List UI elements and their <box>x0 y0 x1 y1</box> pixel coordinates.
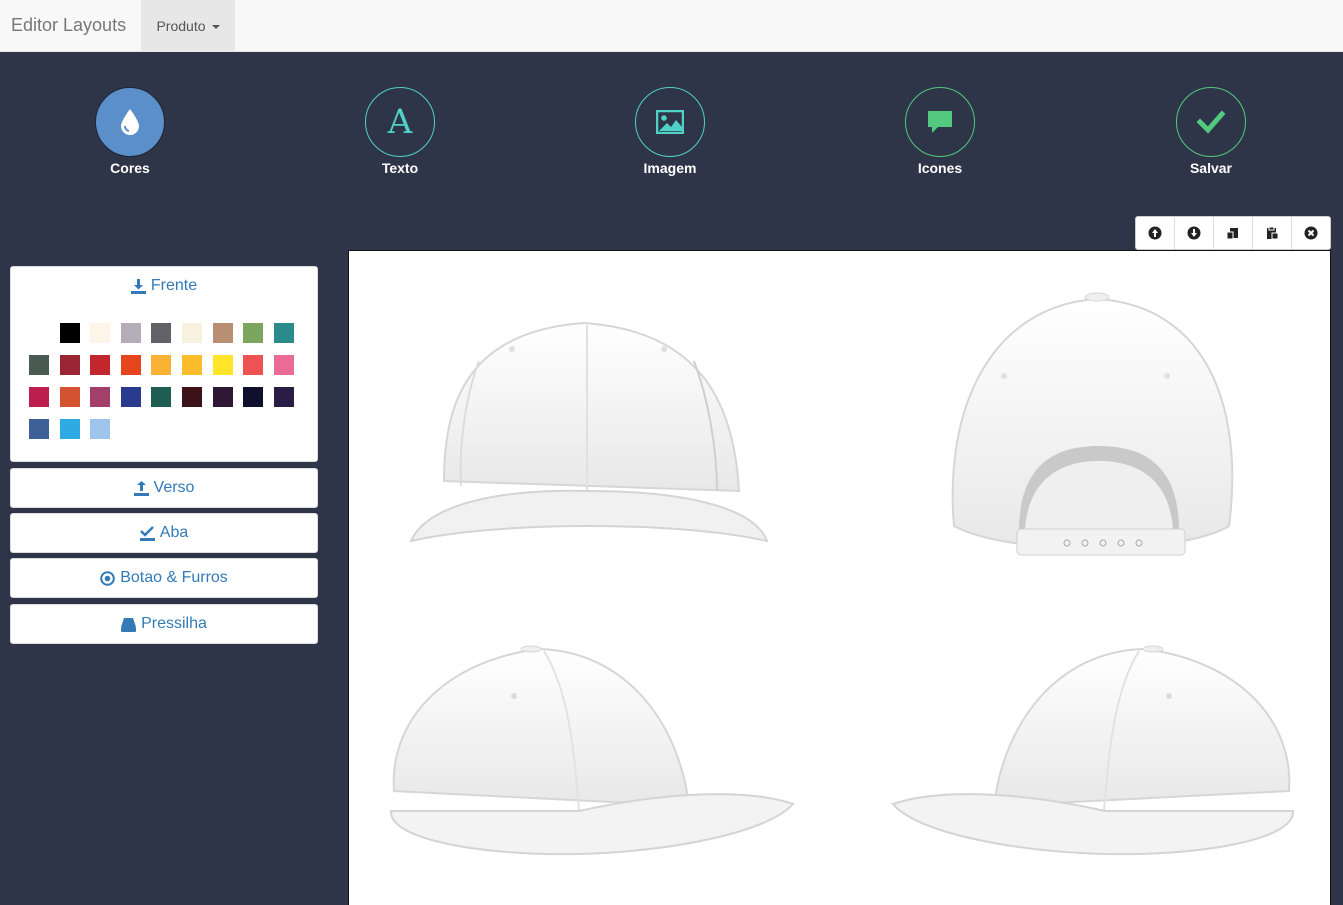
hdd-icon <box>121 617 137 632</box>
color-swatch[interactable] <box>243 355 264 375</box>
color-swatch[interactable] <box>59 419 80 439</box>
color-swatch[interactable] <box>90 387 111 407</box>
section-frente-button[interactable]: Frente <box>11 267 317 305</box>
section-verso-button[interactable]: Verso <box>11 469 317 507</box>
brand-title[interactable]: Editor Layouts <box>11 15 126 36</box>
tool-label: Cores <box>110 160 150 176</box>
color-swatch[interactable] <box>59 355 80 375</box>
color-swatch[interactable] <box>120 387 141 407</box>
tool-salvar[interactable]: Salvar <box>1141 87 1281 176</box>
color-swatch[interactable] <box>59 387 80 407</box>
color-swatch[interactable] <box>59 323 80 343</box>
color-swatch[interactable] <box>212 387 233 407</box>
color-swatch[interactable] <box>90 419 111 439</box>
droplet-icon <box>95 87 165 157</box>
color-swatch[interactable] <box>151 323 172 343</box>
tool-icones[interactable]: Icones <box>870 87 1010 176</box>
move-down-button[interactable] <box>1175 217 1214 249</box>
comment-icon <box>905 87 975 157</box>
panel-aba: Aba <box>10 513 318 553</box>
color-swatch[interactable] <box>29 387 49 407</box>
cap-views <box>389 292 1295 856</box>
panel-frente: Frente <box>10 266 318 462</box>
panel-verso: Verso <box>10 468 318 508</box>
check-icon <box>1176 87 1246 157</box>
section-label: Verso <box>153 479 195 496</box>
color-swatch[interactable] <box>212 323 233 343</box>
remove-button[interactable] <box>1292 217 1330 249</box>
cap-back-view <box>951 292 1234 556</box>
record-icon <box>100 570 115 586</box>
cap-right-view <box>891 645 1295 856</box>
tool-cores[interactable]: Cores <box>60 87 200 176</box>
copy-button[interactable] <box>1214 217 1253 249</box>
letter-a-icon: A <box>365 87 435 157</box>
color-swatch[interactable] <box>120 355 141 375</box>
color-swatch[interactable] <box>182 387 202 407</box>
upload-icon <box>133 480 149 496</box>
color-swatch[interactable] <box>29 323 49 343</box>
download-icon <box>130 278 146 294</box>
caret-down-icon <box>211 24 220 29</box>
section-pressilha-button[interactable]: Pressilha <box>11 605 317 643</box>
color-swatch[interactable] <box>182 355 202 375</box>
tool-imagem[interactable]: Imagem <box>600 87 740 176</box>
produto-dropdown-label: Produto <box>156 17 206 34</box>
section-label: Pressilha <box>141 615 207 632</box>
tool-label: Texto <box>381 160 419 176</box>
check-underline-icon <box>139 525 155 541</box>
produto-dropdown[interactable]: Produto <box>141 0 235 51</box>
color-swatch[interactable] <box>151 387 172 407</box>
color-swatch[interactable] <box>151 355 172 375</box>
cap-left-view <box>389 645 795 856</box>
panel-pressilha: Pressilha <box>10 604 318 644</box>
color-swatch[interactable] <box>90 355 111 375</box>
section-label: Aba <box>159 524 189 541</box>
section-botao-button[interactable]: Botao & Furros <box>11 559 317 597</box>
color-swatch[interactable] <box>243 323 264 343</box>
paste-button[interactable] <box>1253 217 1292 249</box>
move-up-button[interactable] <box>1136 217 1175 249</box>
arrow-down-circle-icon <box>1187 226 1201 240</box>
cap-front-view <box>409 321 769 543</box>
copy-icon <box>1226 228 1238 240</box>
paste-icon <box>1267 226 1279 240</box>
arrow-up-circle-icon <box>1148 226 1162 240</box>
color-swatch[interactable] <box>273 387 294 407</box>
color-swatch[interactable] <box>212 355 233 375</box>
color-swatch[interactable] <box>182 323 202 343</box>
section-label: Frente <box>150 277 198 294</box>
remove-circle-icon <box>1304 226 1318 240</box>
color-swatch[interactable] <box>273 355 294 375</box>
navbar: Editor Layouts Produto <box>0 0 1343 52</box>
tool-label: Salvar <box>1189 160 1233 176</box>
color-swatch[interactable] <box>29 355 49 375</box>
color-swatch[interactable] <box>120 323 141 343</box>
tool-label: Icones <box>917 160 963 176</box>
layer-toolbar <box>1135 216 1331 250</box>
image-icon <box>635 87 705 157</box>
section-aba-button[interactable]: Aba <box>11 514 317 552</box>
tool-texto[interactable]: A Texto <box>330 87 470 176</box>
color-swatch[interactable] <box>273 323 294 343</box>
color-swatch[interactable] <box>29 419 49 439</box>
color-swatch[interactable] <box>243 387 264 407</box>
color-swatch[interactable] <box>90 323 111 343</box>
section-label: Botao & Furros <box>120 569 228 586</box>
design-canvas[interactable] <box>348 250 1331 905</box>
panel-botao: Botao & Furros <box>10 558 318 598</box>
tool-label: Imagem <box>643 160 697 176</box>
